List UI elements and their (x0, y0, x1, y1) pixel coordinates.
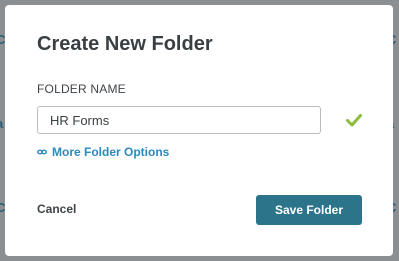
more-folder-options-label: More Folder Options (52, 145, 170, 159)
save-folder-button[interactable]: Save Folder (256, 195, 362, 225)
create-folder-dialog: Create New Folder FOLDER NAME More Folde… (5, 5, 393, 256)
dialog-title: Create New Folder (37, 33, 213, 55)
link-icon (37, 149, 47, 155)
cancel-button[interactable]: Cancel (37, 202, 76, 216)
background-link: a (0, 116, 3, 131)
folder-name-input[interactable] (37, 106, 321, 134)
folder-name-label: FOLDER NAME (37, 82, 126, 96)
more-folder-options-link[interactable]: More Folder Options (37, 145, 169, 159)
checkmark-icon (346, 114, 362, 127)
